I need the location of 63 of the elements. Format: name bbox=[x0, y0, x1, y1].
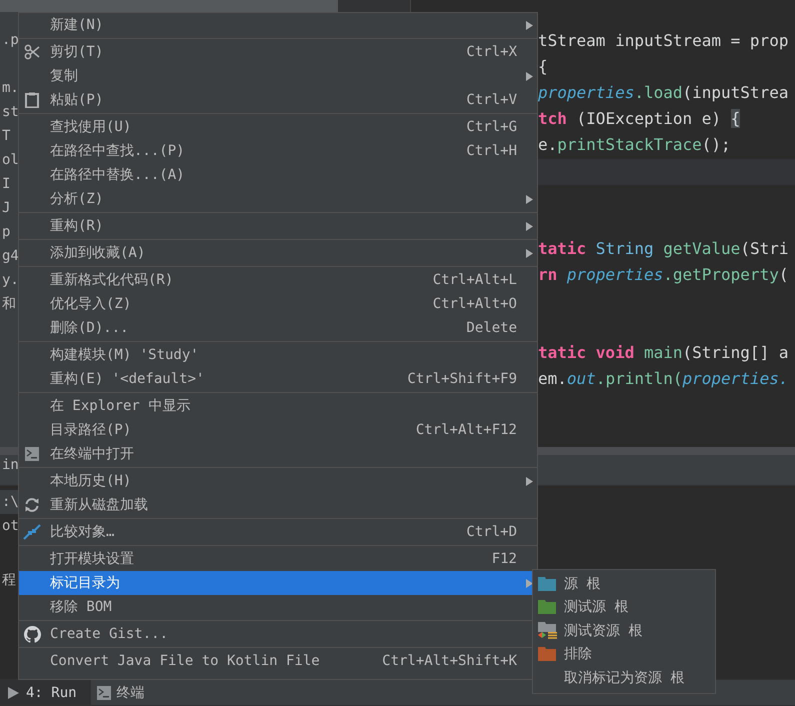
tool-tab[interactable]: 4: Run bbox=[0, 680, 91, 705]
menu-item[interactable]: 添加到收藏(A) bbox=[19, 241, 537, 265]
menu-item[interactable]: 在终端中打开 bbox=[19, 442, 537, 466]
resource-folder-icon bbox=[538, 622, 557, 640]
tree-item-fragment[interactable]: m. bbox=[0, 76, 19, 100]
code-line: properties.load(inputStrea bbox=[538, 82, 788, 104]
code-line: tch (IOException e) { bbox=[538, 108, 740, 130]
menu-item[interactable]: 重新从磁盘加载 bbox=[19, 493, 537, 517]
menu-item[interactable]: 重新格式化代码(R) Ctrl+Alt+L bbox=[19, 268, 537, 292]
scissors-icon bbox=[24, 44, 40, 60]
menu-item[interactable]: 优化导入(Z) Ctrl+Alt+O bbox=[19, 292, 537, 316]
menu-item[interactable]: Create Gist... bbox=[19, 622, 537, 646]
github-cat-icon bbox=[24, 626, 40, 642]
code-line: rn properties.getProperty( bbox=[538, 264, 788, 286]
code-line: { bbox=[538, 56, 548, 78]
reload-icon bbox=[24, 497, 40, 513]
menu-item[interactable]: 在路径中替换...(A) bbox=[19, 163, 537, 187]
folder-icon bbox=[538, 576, 556, 591]
tree-item-fragment[interactable]: 和 bbox=[0, 292, 16, 316]
folder-icon bbox=[538, 647, 556, 662]
tree-item-fragment[interactable]: p bbox=[0, 220, 10, 244]
code-line: tatic String getValue(Stri bbox=[538, 238, 788, 260]
tree-item-fragment[interactable]: T bbox=[0, 124, 10, 148]
code-line: tatic void main(String[] a bbox=[538, 342, 788, 364]
tree-item-fragment[interactable]: I bbox=[0, 172, 10, 196]
folder-icon bbox=[538, 600, 556, 614]
tree-item-fragment[interactable]: st bbox=[0, 100, 19, 124]
submenu-item[interactable]: 测试源 根 bbox=[533, 596, 715, 619]
code-line: e.printStackTrace(); bbox=[538, 134, 731, 156]
menu-item[interactable]: 打开模块设置 F12 bbox=[19, 547, 537, 571]
menu-item[interactable]: 删除(D)... Delete bbox=[19, 316, 537, 340]
clipboard-icon bbox=[25, 92, 39, 108]
tree-item-fragment[interactable]: y. bbox=[0, 268, 19, 292]
play-icon bbox=[6, 686, 20, 700]
menu-item[interactable]: 本地历史(H) bbox=[19, 469, 537, 493]
terminal-icon bbox=[96, 686, 111, 700]
tree-item-fragment[interactable]: J bbox=[0, 196, 10, 220]
menu-item[interactable]: 重构(E) '<default>' Ctrl+Shift+F9 bbox=[19, 367, 537, 391]
submenu-item[interactable]: 取消标记为资源 根 bbox=[533, 666, 715, 690]
tree-item-fragment[interactable]: .p bbox=[0, 28, 19, 52]
menu-item[interactable]: 目录路径(P) Ctrl+Alt+F12 bbox=[19, 418, 537, 442]
compare-arrows-icon bbox=[23, 523, 41, 541]
tree-item-fragment[interactable]: g4 bbox=[0, 244, 19, 268]
menu-item[interactable]: 构建模块(M) 'Study' bbox=[19, 343, 537, 367]
menu-item[interactable]: 重构(R) bbox=[19, 214, 537, 238]
menu-item[interactable]: 比较对象… Ctrl+D bbox=[19, 520, 537, 544]
terminal-icon bbox=[25, 447, 39, 461]
console-text-fragment: 程 bbox=[1, 571, 16, 590]
code-line: em.out.println(properties. bbox=[538, 368, 788, 390]
tool-tab[interactable]: 终端 bbox=[90, 680, 159, 705]
menu-item[interactable]: 在路径中查找...(P) Ctrl+H bbox=[19, 139, 537, 163]
menu-item[interactable]: 分析(Z) bbox=[19, 187, 537, 211]
menu-item[interactable]: 剪切(T) Ctrl+X bbox=[19, 40, 537, 64]
code-line: tStream inputStream = prop bbox=[538, 30, 788, 52]
menu-item[interactable]: 在 Explorer 中显示 bbox=[19, 394, 537, 418]
menu-item[interactable]: 复制 bbox=[19, 64, 537, 88]
console-text-fragment: ot bbox=[1, 517, 19, 536]
panel-text-fragment: in bbox=[1, 456, 19, 476]
menu-item[interactable]: 粘贴(P) Ctrl+V bbox=[19, 88, 537, 112]
menu-item[interactable]: 查找使用(U) Ctrl+G bbox=[19, 115, 537, 139]
menu-item[interactable]: 新建(N) bbox=[19, 13, 537, 37]
console-text-fragment: :\ bbox=[0, 490, 19, 514]
tree-item-fragment[interactable]: ol bbox=[0, 148, 19, 172]
